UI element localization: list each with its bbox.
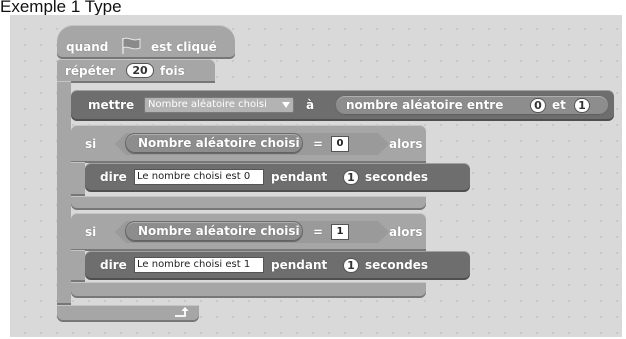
random-number-reporter[interactable]: nombre aléatoire entre 0 et 1 xyxy=(335,95,609,116)
if-block-2-arm xyxy=(71,250,85,282)
random-label: nombre aléatoire entre xyxy=(346,98,504,112)
when-flag-clicked-block[interactable]: quand est cliqué xyxy=(57,25,235,59)
to-label: à xyxy=(306,98,315,112)
clicked-label: est cliqué xyxy=(151,40,217,54)
equals-operator: = xyxy=(313,137,324,151)
and-label: et xyxy=(552,98,566,112)
for-label: pendant xyxy=(271,170,328,184)
say-label: dire xyxy=(100,170,127,184)
for-label: pendant xyxy=(271,258,328,272)
repeat-label: répéter xyxy=(65,64,116,78)
if-block-1-bottom xyxy=(71,196,426,210)
random-to-input[interactable]: 1 xyxy=(574,98,590,113)
seconds-label: secondes xyxy=(365,170,429,184)
loop-arrow-icon xyxy=(175,307,189,317)
repeat-bottom xyxy=(57,305,199,322)
if-block-2-bottom xyxy=(71,282,426,298)
if-block-2-top[interactable]: si Nombre aléatoire choisi = 1 alors xyxy=(71,213,426,251)
repeat-arm xyxy=(57,81,71,305)
times-label: fois xyxy=(160,64,185,78)
variable-dropdown-label: Nombre aléatoire choisi xyxy=(148,99,267,110)
say-text-input[interactable]: Le nombre choisi est 0 xyxy=(134,169,264,185)
green-flag-icon xyxy=(122,37,141,54)
repeat-count-input[interactable]: 20 xyxy=(126,63,154,78)
variable-reporter[interactable]: Nombre aléatoire choisi xyxy=(125,221,303,242)
set-variable-block[interactable]: mettre Nombre aléatoire choisi à nombre … xyxy=(71,90,614,121)
say-block-1[interactable]: dire Le nombre choisi est 0 pendant 1 se… xyxy=(85,163,470,192)
random-from-input[interactable]: 0 xyxy=(530,98,546,113)
if-label: si xyxy=(85,225,97,239)
seconds-input[interactable]: 1 xyxy=(343,170,359,185)
equals-operator: = xyxy=(313,225,324,239)
when-label: quand xyxy=(66,40,109,54)
chevron-down-icon xyxy=(282,102,290,108)
repeat-block[interactable]: répéter 20 fois xyxy=(57,59,215,83)
equals-condition[interactable]: Nombre aléatoire choisi = 0 xyxy=(115,133,389,155)
variable-dropdown[interactable]: Nombre aléatoire choisi xyxy=(144,97,294,113)
then-label: alors xyxy=(389,137,423,151)
say-text-input[interactable]: Le nombre choisi est 1 xyxy=(134,257,264,273)
if-label: si xyxy=(85,137,97,151)
compare-value-input[interactable]: 0 xyxy=(331,136,349,152)
variable-reporter[interactable]: Nombre aléatoire choisi xyxy=(125,133,303,154)
say-label: dire xyxy=(100,258,127,272)
compare-value-input[interactable]: 1 xyxy=(331,224,349,240)
set-label: mettre xyxy=(88,98,135,112)
say-block-2[interactable]: dire Le nombre choisi est 1 pendant 1 se… xyxy=(85,251,470,280)
then-label: alors xyxy=(389,225,423,239)
variable-reporter-label: Nombre aléatoire choisi xyxy=(138,136,300,150)
script-canvas[interactable]: quand est cliqué répéter 20 fois mettre … xyxy=(10,15,622,337)
seconds-label: secondes xyxy=(365,258,429,272)
variable-reporter-label: Nombre aléatoire choisi xyxy=(138,224,300,238)
equals-condition[interactable]: Nombre aléatoire choisi = 1 xyxy=(115,221,389,243)
seconds-input[interactable]: 1 xyxy=(343,258,359,273)
if-block-1-top[interactable]: si Nombre aléatoire choisi = 0 alors xyxy=(71,125,426,163)
if-block-1-arm xyxy=(71,162,85,196)
